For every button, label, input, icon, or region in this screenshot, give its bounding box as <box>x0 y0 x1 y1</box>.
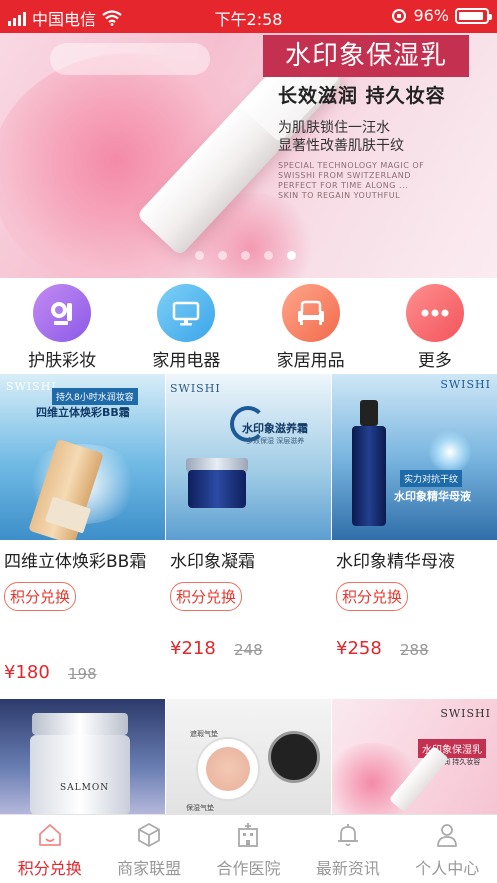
tab-profile[interactable]: 个人中心 <box>398 815 497 883</box>
category-skincare[interactable]: 护肤彩妆 <box>0 278 124 374</box>
product-price: ¥258 <box>336 638 382 659</box>
cosmetics-icon <box>33 284 92 342</box>
product-card[interactable]: SWISHI 水印象滋养霜 多效保湿 深层滋养 水印象凝霜 积分兑换 ¥218 … <box>166 374 331 699</box>
tab-label: 合作医院 <box>216 859 281 878</box>
ad-tag: 实力对抗干纹 <box>400 470 463 487</box>
ad-headline: 水印象精华母液 <box>394 490 471 503</box>
points-exchange-badge[interactable]: 积分兑换 <box>170 582 243 611</box>
product-card[interactable]: SWISHI 水印象保湿乳 长效滋润 持久妆容 <box>332 699 497 815</box>
bottom-tab-bar: 积分兑换 商家联盟 合作医院 最新资讯 个人中心 <box>0 814 497 883</box>
tab-label: 积分兑换 <box>17 859 82 878</box>
cushion-puff <box>206 747 250 791</box>
product-image[interactable]: SWISHI 持久8小时水润妆容 四维立体焕彩BB霜 <box>0 374 165 540</box>
sofa-icon <box>281 284 340 342</box>
product-name: 水印象精华母液 <box>336 552 455 572</box>
brand-logo: SWISHI <box>440 707 491 720</box>
tab-points-exchange[interactable]: 积分兑换 <box>0 815 99 883</box>
carousel-dot[interactable] <box>218 251 227 260</box>
category-label: 家用电器 <box>152 351 221 371</box>
carousel-dot[interactable] <box>241 251 250 260</box>
tab-label: 个人中心 <box>415 859 480 878</box>
serum-bottle <box>352 426 386 526</box>
more-dots-icon <box>405 284 464 342</box>
person-icon <box>437 824 458 847</box>
ad-label: 保湿气垫 <box>186 804 214 812</box>
ad-headline: 四维立体焕彩BB霜 <box>36 406 130 419</box>
banner-english-text: SPECIAL TECHNOLOGY MAGIC OF SWISSHI FROM… <box>278 161 425 200</box>
product-image[interactable]: SWISHI 实力对抗干纹 水印象精华母液 <box>332 374 497 540</box>
jar-lid <box>32 713 128 735</box>
brand-logo: SALMON <box>60 783 110 793</box>
home-icon <box>38 824 61 846</box>
compact-lid <box>268 731 320 783</box>
promo-banner[interactable]: 水印象保湿乳 长效滋润 持久妆容 为肌肤锁住一汪水 显著性改善肌肤干纹 SPEC… <box>0 33 497 278</box>
tab-label: 最新资讯 <box>315 859 380 878</box>
product-image[interactable]: SWISHI 水印象保湿乳 长效滋润 持久妆容 <box>332 699 497 815</box>
search-bar[interactable] <box>50 43 210 75</box>
dropper-cap <box>360 400 378 426</box>
product-image[interactable]: 遮瑕气垫 保湿气垫 <box>166 699 331 815</box>
banner-description: 为肌肤锁住一汪水 显著性改善肌肤干纹 <box>278 120 404 154</box>
category-home[interactable]: 家居用品 <box>249 278 373 374</box>
banner-subtitle: 长效滋润 持久妆容 <box>278 85 446 107</box>
battery-icon <box>455 7 492 24</box>
category-label: 更多 <box>417 351 452 371</box>
product-card[interactable]: SWISHI 持久8小时水润妆容 四维立体焕彩BB霜 四维立体焕彩BB霜 积分兑… <box>0 374 165 699</box>
product-card[interactable]: 遮瑕气垫 保湿气垫 <box>166 699 331 815</box>
ad-tagline: 多效保湿 深层滋养 <box>246 437 305 445</box>
product-image[interactable]: SALMON <box>0 699 165 815</box>
glow-graphic <box>428 430 472 474</box>
hospital-icon <box>238 823 259 847</box>
battery-percent: 96% <box>413 6 449 25</box>
product-price: ¥218 <box>170 638 216 659</box>
tab-latest-news[interactable]: 最新资讯 <box>298 815 397 883</box>
original-price: 198 <box>68 665 97 683</box>
product-name: 四维立体焕彩BB霜 <box>4 552 147 572</box>
product-card[interactable]: SWISHI 实力对抗干纹 水印象精华母液 水印象精华母液 积分兑换 ¥258 … <box>332 374 497 699</box>
category-more[interactable]: 更多 <box>373 278 497 374</box>
points-exchange-badge[interactable]: 积分兑换 <box>4 582 77 611</box>
original-price: 288 <box>400 641 429 659</box>
category-appliances[interactable]: 家用电器 <box>124 278 248 374</box>
brand-logo: SWISHI <box>6 380 57 393</box>
product-image[interactable]: SWISHI 水印象滋养霜 多效保湿 深层滋养 <box>166 374 331 540</box>
banner-title: 水印象保湿乳 <box>263 35 469 77</box>
carousel-dot-active[interactable] <box>287 251 296 260</box>
cube-icon <box>138 823 160 847</box>
bell-icon <box>337 824 358 847</box>
carousel-dot[interactable] <box>264 251 273 260</box>
category-label: 护肤彩妆 <box>28 351 97 371</box>
ad-tag: 持久8小时水润妆容 <box>52 388 138 405</box>
product-name: 水印象凝霜 <box>170 552 255 572</box>
brand-logo: SWISHI <box>170 382 221 395</box>
tab-merchant-alliance[interactable]: 商家联盟 <box>99 815 198 883</box>
points-exchange-badge[interactable]: 积分兑换 <box>336 582 409 611</box>
carousel-indicator[interactable] <box>195 251 296 260</box>
brand-logo: SWISHI <box>440 378 491 391</box>
status-bar: 中国电信 下午2:58 96% <box>0 0 497 33</box>
cream-jar <box>30 735 130 815</box>
carousel-dot[interactable] <box>195 251 204 260</box>
ad-headline: 水印象滋养霜 <box>242 422 308 435</box>
tab-label: 商家联盟 <box>117 859 182 878</box>
ad-label: 遮瑕气垫 <box>190 730 218 738</box>
orientation-lock-icon <box>392 8 407 23</box>
category-label: 家居用品 <box>276 351 345 371</box>
cream-jar <box>188 470 246 508</box>
monitor-icon <box>157 284 216 342</box>
tab-partner-hospitals[interactable]: 合作医院 <box>199 815 298 883</box>
product-card[interactable]: SALMON <box>0 699 165 815</box>
category-row: 护肤彩妆 家用电器 家居用品 更多 <box>0 278 497 374</box>
original-price: 248 <box>234 641 263 659</box>
product-price: ¥180 <box>4 662 50 683</box>
